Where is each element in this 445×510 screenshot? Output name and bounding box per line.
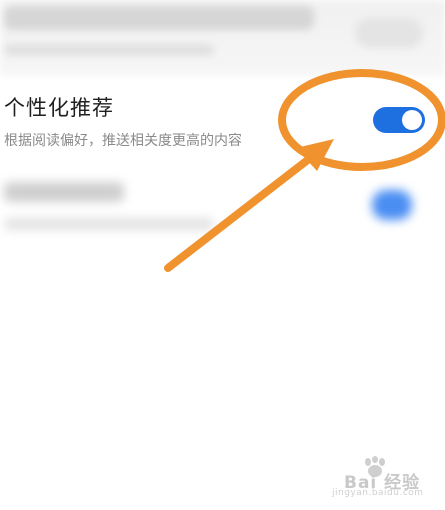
toggle-knob <box>402 110 422 130</box>
blurred-toggle <box>372 190 412 220</box>
blurred-button <box>355 18 423 48</box>
blurred-settings-row-bottom <box>0 162 445 292</box>
blurred-title <box>4 182 124 202</box>
blurred-subtitle <box>4 218 214 230</box>
baidu-jingyan-watermark: Bai 经验 jingyan.baidu.com <box>324 454 440 506</box>
personalized-recommendation-toggle[interactable] <box>373 107 425 133</box>
setting-title: 个性化推荐 <box>4 96 114 120</box>
setting-description: 根据阅读偏好，推送相关度更高的内容 <box>4 133 242 149</box>
watermark-url: jingyan.baidu.com <box>332 488 424 498</box>
blurred-settings-row-top <box>0 0 445 76</box>
blurred-title <box>4 6 314 30</box>
personalized-recommendation-row[interactable]: 个性化推荐 根据阅读偏好，推送相关度更高的内容 <box>0 78 445 160</box>
settings-screen: 个性化推荐 根据阅读偏好，推送相关度更高的内容 Bai 经验 jingyan.b… <box>0 0 445 510</box>
blurred-subtitle <box>4 44 214 56</box>
